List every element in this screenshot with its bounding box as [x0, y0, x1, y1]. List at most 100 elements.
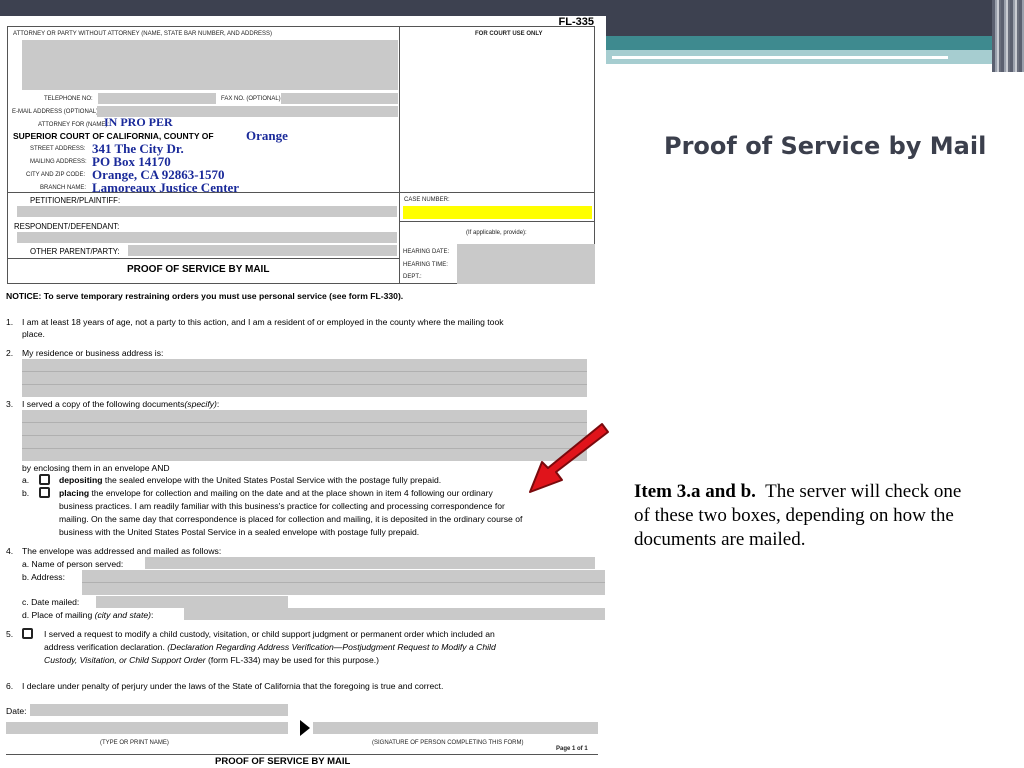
slide-accent-line-short [828, 66, 1008, 68]
printed-name-field[interactable] [6, 722, 288, 734]
fax-label: FAX NO. (Optional): [221, 96, 283, 102]
option-a-letter: a. [22, 475, 30, 485]
attorney-info-field[interactable] [22, 40, 398, 90]
item4a-label: a. Name of person served: [22, 559, 124, 569]
item5-number: 5. [6, 629, 14, 639]
other-party-field[interactable] [128, 245, 397, 256]
item4-text: The envelope was addressed and mailed as… [22, 546, 222, 556]
divider [399, 192, 595, 193]
option-a-rest: the sealed envelope with the United Stat… [104, 475, 442, 485]
page-number: Page 1 of 1 [556, 746, 588, 752]
notice-text: NOTICE: To serve temporary restraining o… [6, 291, 404, 301]
if-applicable-label: (If applicable, provide): [466, 230, 527, 236]
item5-line2a: address verification declaration. [44, 642, 165, 652]
item5-line1: I served a request to modify a child cus… [44, 629, 495, 639]
item3-text-b: (specify) [184, 399, 217, 409]
item4c-label: c. Date mailed: [22, 597, 80, 607]
item3-number: 3. [6, 399, 14, 409]
person-served-field[interactable] [145, 557, 595, 569]
item1-line1: I am at least 18 years of age, not a par… [22, 317, 504, 327]
item4-number: 4. [6, 546, 14, 556]
city-label: CITY AND ZIP CODE: [26, 172, 86, 178]
address-field-line[interactable] [22, 385, 587, 397]
attorney-for-value: IN PRO PER [104, 115, 173, 129]
documents-field-line[interactable] [22, 436, 587, 449]
branch-label: BRANCH NAME: [40, 185, 87, 191]
date-label: Date: [6, 706, 27, 716]
option-b-line3: mailing. On the same day that correspond… [59, 514, 523, 524]
note-heading: Item 3.a and b. [634, 481, 756, 502]
county-value: Orange [246, 128, 288, 143]
option-b-letter: b. [22, 488, 30, 498]
form-fl335-document: FL-335 ATTORNEY OR PARTY WITHOUT ATTORNE… [0, 16, 606, 768]
type-name-label: (TYPE OR PRINT NAME) [100, 740, 169, 746]
dept-label: DEPT.: [403, 274, 422, 280]
enclosing-text: by enclosing them in an envelope AND [22, 463, 170, 473]
option-b-line1: placing the envelope for collection and … [59, 487, 493, 500]
case-number-label: CASE NUMBER: [404, 197, 450, 203]
attorney-for-label: ATTORNEY FOR (Name): [38, 122, 110, 128]
item5-line2b: (Declaration Regarding Address Verificat… [167, 642, 496, 652]
documents-field-line[interactable] [22, 423, 587, 436]
item4d-label: d. Place of mailing (city and state): [22, 609, 153, 622]
item3-text-c: : [216, 399, 220, 409]
telephone-field[interactable] [98, 93, 216, 104]
item5-line3: Custody, Visitation, or Child Support Or… [44, 654, 379, 667]
item6-number: 6. [6, 681, 14, 691]
court-use-label: FOR COURT USE ONLY [475, 31, 543, 37]
footer-title: PROOF OF SERVICE BY MAIL [215, 756, 351, 767]
address-verification-checkbox[interactable] [22, 628, 33, 639]
option-b-line1-text: the envelope for collection and mailing … [91, 488, 493, 498]
served-address-field[interactable] [82, 570, 605, 583]
date-mailed-field[interactable] [96, 596, 288, 608]
option-b-bold: placing [59, 488, 90, 498]
address-field-line[interactable] [22, 359, 587, 372]
item4d-label-c: : [150, 610, 154, 620]
attorney-label: ATTORNEY OR PARTY WITHOUT ATTORNEY (Name… [13, 31, 273, 37]
documents-field-line[interactable] [22, 410, 587, 423]
slide-title: Proof of Service by Mail [664, 132, 987, 160]
item3-text: I served a copy of the following documen… [22, 398, 219, 411]
item2-text: My residence or business address is: [22, 348, 164, 358]
hearing-info-field[interactable] [457, 244, 595, 284]
address-field-line[interactable] [22, 372, 587, 385]
other-party-label: OTHER PARENT/PARTY: [30, 247, 120, 256]
placing-checkbox[interactable] [39, 487, 50, 498]
item5-line2: address verification declaration. (Decla… [44, 641, 496, 654]
signature-label: (SIGNATURE OF PERSON COMPLETING THIS FOR… [372, 740, 524, 746]
email-label: E-MAIL ADDRESS (Optional): [12, 109, 100, 115]
signature-date-field[interactable] [30, 704, 288, 716]
slide-corner-stripes [992, 0, 1024, 72]
item1-number: 1. [6, 317, 14, 327]
signature-arrow-icon [300, 720, 310, 736]
fax-field[interactable] [281, 93, 398, 104]
option-a-text: depositing the sealed envelope with the … [59, 474, 441, 487]
documents-field-line[interactable] [22, 449, 587, 461]
divider [399, 221, 595, 222]
item2-number: 2. [6, 348, 14, 358]
item1-line2: place. [22, 329, 45, 339]
signature-field[interactable] [313, 722, 598, 734]
item4d-label-b: (city and state) [94, 610, 151, 620]
option-b-line2: business practices. I am readily familia… [59, 501, 505, 511]
branch-value: Lamoreaux Justice Center [92, 180, 240, 195]
petitioner-field[interactable] [17, 206, 397, 217]
option-a-bold: depositing [59, 475, 103, 485]
option-b-line4: business with the United States Postal S… [59, 527, 420, 537]
served-address-field[interactable] [82, 583, 605, 595]
item4b-label: b. Address: [22, 572, 65, 582]
hearing-time-label: HEARING TIME: [403, 262, 448, 268]
case-number-field[interactable] [403, 206, 592, 219]
place-mailed-field[interactable] [184, 608, 605, 620]
item6-text: I declare under penalty of perjury under… [22, 681, 444, 691]
item4d-label-a: d. Place of mailing [22, 610, 93, 620]
hearing-date-label: HEARING DATE: [403, 249, 450, 255]
telephone-label: TELEPHONE NO: [44, 96, 93, 102]
slide-note: Item 3.a and b. The server will check on… [634, 480, 974, 552]
slide-accent-line [612, 56, 948, 59]
respondent-field[interactable] [17, 232, 397, 243]
depositing-checkbox[interactable] [39, 474, 50, 485]
caption-title: PROOF OF SERVICE BY MAIL [127, 264, 270, 275]
red-arrow-icon [529, 423, 609, 493]
mailing-label: MAILING ADDRESS: [30, 159, 87, 165]
